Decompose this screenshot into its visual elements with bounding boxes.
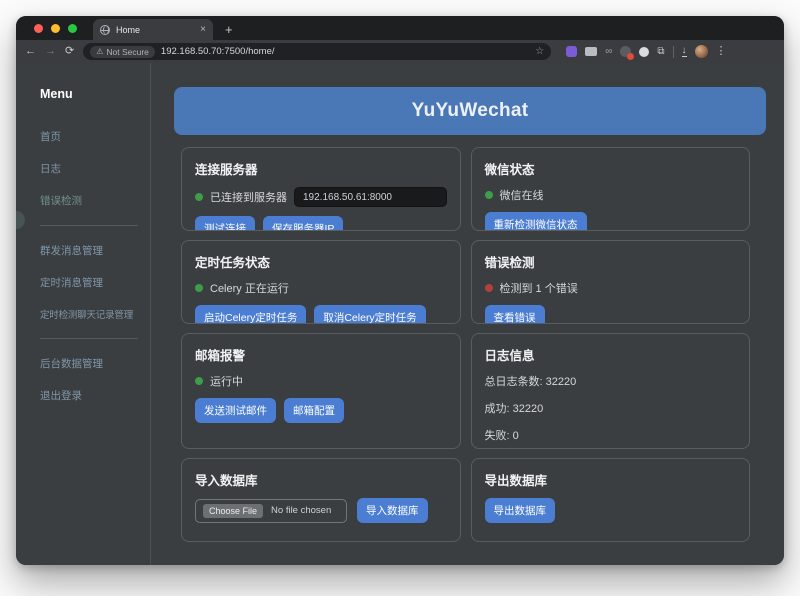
app-title: YuYuWechat	[412, 100, 529, 122]
page-content: Menu 首页 日志 错误检测 群发消息管理 定时消息管理 定时检测聊天记录管理…	[16, 63, 784, 565]
choose-file-button[interactable]: Choose File	[203, 504, 263, 518]
sidebar-divider	[40, 225, 138, 226]
sidebar-item-group-message[interactable]: 群发消息管理	[40, 243, 150, 258]
new-tab-button[interactable]: +	[225, 22, 233, 37]
card-title: 微信状态	[485, 159, 737, 178]
browser-window: Home × + ← → ⟳ ⚠ Not Secure 192.168.50.7…	[16, 16, 784, 565]
extension-round-icon[interactable]	[639, 47, 649, 57]
card-email-alert: 邮箱报警 运行中 发送测试邮件 邮箱配置	[181, 333, 461, 449]
celery-status-text: Celery 正在运行	[210, 280, 289, 296]
sidebar-item-scheduled-message[interactable]: 定时消息管理	[40, 275, 150, 290]
security-chip[interactable]: ⚠ Not Secure	[90, 46, 155, 58]
log-failed-count: 失败: 0	[485, 427, 737, 443]
url-text[interactable]: 192.168.50.70:7500/home/	[161, 46, 529, 57]
card-wechat-status: 微信状态 微信在线 重新检测微信状态	[471, 147, 751, 231]
save-server-ip-button[interactable]: 保存服务器IP	[263, 216, 343, 231]
notification-badge	[627, 53, 634, 60]
sidebar-active-glow	[16, 211, 25, 229]
wechat-status-text: 微信在线	[500, 187, 544, 203]
extension-icons: ∞ ⧉ ↓ ⋮	[566, 45, 726, 58]
log-success-count: 成功: 32220	[485, 400, 737, 416]
main-area: YuYuWechat 连接服务器 已连接到服务器 测试连接 保存服务器IP	[151, 63, 784, 565]
sidebar-item-home[interactable]: 首页	[40, 129, 150, 144]
card-grid: 连接服务器 已连接到服务器 测试连接 保存服务器IP 微信状态	[181, 147, 750, 542]
card-server-connection: 连接服务器 已连接到服务器 测试连接 保存服务器IP	[181, 147, 461, 231]
tab-close-icon[interactable]: ×	[200, 25, 206, 35]
downloads-icon[interactable]: ↓	[682, 46, 687, 57]
sidebar-item-admin[interactable]: 后台数据管理	[40, 356, 150, 371]
status-dot-green	[485, 191, 493, 199]
extension-purple-icon[interactable]	[566, 46, 577, 57]
sidebar-divider	[40, 338, 138, 339]
email-config-button[interactable]: 邮箱配置	[284, 398, 344, 423]
sidebar: Menu 首页 日志 错误检测 群发消息管理 定时消息管理 定时检测聊天记录管理…	[16, 63, 151, 565]
card-title: 连接服务器	[195, 159, 447, 178]
browser-tab-home[interactable]: Home ×	[93, 19, 213, 40]
email-status-text: 运行中	[210, 373, 243, 389]
app-banner: YuYuWechat	[174, 87, 766, 135]
security-label: Not Secure	[106, 47, 149, 57]
file-chosen-status: No file chosen	[271, 505, 331, 516]
address-bar[interactable]: ⚠ Not Secure 192.168.50.70:7500/home/ ☆	[83, 43, 551, 60]
view-errors-button[interactable]: 查看错误	[485, 305, 545, 324]
export-database-button[interactable]: 导出数据库	[485, 498, 556, 523]
forward-icon[interactable]: →	[45, 46, 56, 57]
sidebar-header: Menu	[40, 87, 150, 101]
sidebar-item-error-detect[interactable]: 错误检测	[40, 193, 150, 208]
card-title: 日志信息	[485, 345, 737, 364]
side-panel-icon[interactable]: ⧉	[657, 47, 664, 57]
card-celery-status: 定时任务状态 Celery 正在运行 启动Celery定时任务 取消Celery…	[181, 240, 461, 324]
tab-title: Home	[116, 25, 194, 35]
card-title: 导入数据库	[195, 470, 447, 489]
status-dot-red	[485, 284, 493, 292]
extension-mail-icon[interactable]	[585, 47, 597, 56]
bookmark-star-icon[interactable]: ☆	[535, 46, 544, 57]
start-celery-button[interactable]: 启动Celery定时任务	[195, 305, 306, 324]
back-icon[interactable]: ←	[25, 46, 36, 57]
recheck-wechat-button[interactable]: 重新检测微信状态	[485, 212, 587, 231]
status-dot-green	[195, 377, 203, 385]
close-window-button[interactable]	[34, 24, 43, 33]
card-title: 邮箱报警	[195, 345, 447, 364]
send-test-email-button[interactable]: 发送测试邮件	[195, 398, 276, 423]
server-status-text: 已连接到服务器	[210, 189, 287, 205]
card-title: 导出数据库	[485, 470, 737, 489]
card-export-database: 导出数据库 导出数据库	[471, 458, 751, 542]
minimize-window-button[interactable]	[51, 24, 60, 33]
cancel-celery-button[interactable]: 取消Celery定时任务	[314, 305, 425, 324]
tab-strip: Home × +	[16, 16, 784, 40]
error-status-text: 检测到 1 个错误	[500, 280, 578, 296]
status-dot-green	[195, 193, 203, 201]
browser-toolbar: ← → ⟳ ⚠ Not Secure 192.168.50.70:7500/ho…	[16, 40, 784, 63]
zoom-window-button[interactable]	[68, 24, 77, 33]
browser-menu-icon[interactable]: ⋮	[716, 46, 727, 57]
status-dot-green	[195, 284, 203, 292]
extension-glasses-icon[interactable]: ∞	[605, 47, 612, 57]
server-ip-input[interactable]	[294, 187, 447, 207]
card-import-database: 导入数据库 Choose File No file chosen 导入数据库	[181, 458, 461, 542]
card-error-detection: 错误检测 检测到 1 个错误 查看错误	[471, 240, 751, 324]
log-total-count: 总日志条数: 32220	[485, 373, 737, 389]
extension-notification-icon[interactable]	[620, 46, 631, 57]
import-database-button[interactable]: 导入数据库	[357, 498, 428, 523]
card-title: 定时任务状态	[195, 252, 447, 271]
sidebar-item-logout[interactable]: 退出登录	[40, 388, 150, 403]
test-connection-button[interactable]: 测试连接	[195, 216, 255, 231]
sidebar-item-logs[interactable]: 日志	[40, 161, 150, 176]
sidebar-item-chat-record[interactable]: 定时检测聊天记录管理	[40, 307, 150, 321]
globe-favicon-icon	[100, 25, 110, 35]
window-controls	[34, 16, 77, 40]
profile-avatar[interactable]	[695, 45, 708, 58]
toolbar-divider	[673, 46, 674, 58]
warning-icon: ⚠	[96, 47, 103, 56]
card-title: 错误检测	[485, 252, 737, 271]
reload-icon[interactable]: ⟳	[65, 46, 74, 57]
file-input[interactable]: Choose File No file chosen	[195, 499, 347, 523]
card-log-info: 日志信息 总日志条数: 32220 成功: 32220 失败: 0 查看日志 清…	[471, 333, 751, 449]
